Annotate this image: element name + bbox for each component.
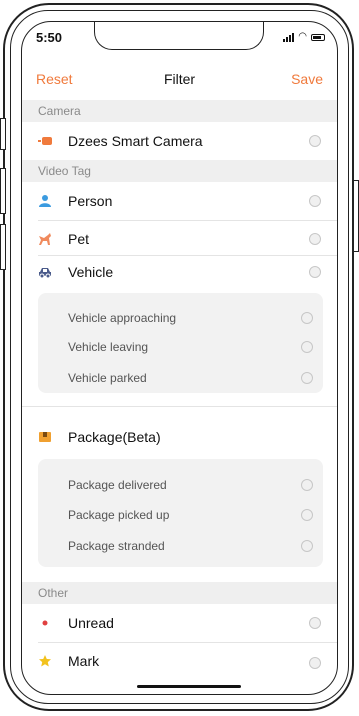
person-radio[interactable] [309,195,321,207]
mark-row[interactable]: Mark [22,644,337,678]
vehicle-subpanel: Vehicle approaching Vehicle leaving Vehi… [38,293,323,393]
camera-row[interactable]: Dzees Smart Camera [22,124,337,158]
camera-radio[interactable] [309,135,321,147]
person-icon [39,195,51,207]
status-icons: ◠ [283,32,325,42]
vehicle-icon [39,268,51,279]
pet-row[interactable]: Pet [22,222,337,256]
side-button-volume-up [0,168,6,214]
vehicle-parked-row[interactable]: Vehicle parked [38,364,323,392]
reset-button[interactable]: Reset [36,71,73,87]
section-header-camera: Camera [22,100,337,122]
package-stranded-radio[interactable] [301,540,313,552]
nav-bar: Reset Filter Save [22,64,337,94]
sub-option-label: Vehicle leaving [68,340,149,354]
package-icon [39,432,51,442]
pet-radio[interactable] [309,233,321,245]
vehicle-parked-radio[interactable] [301,372,313,384]
vehicle-row[interactable]: Vehicle [22,255,337,289]
package-stranded-row[interactable]: Package stranded [38,532,323,560]
package-label: Package(Beta) [68,429,161,445]
vehicle-leaving-radio[interactable] [301,341,313,353]
vehicle-approaching-radio[interactable] [301,312,313,324]
unread-label: Unread [68,615,114,631]
divider [22,406,337,407]
package-picked-up-radio[interactable] [301,509,313,521]
status-time: 5:50 [36,30,63,45]
battery-icon [311,33,325,41]
unread-row[interactable]: Unread [22,606,337,640]
person-label: Person [68,193,113,209]
package-picked-up-row[interactable]: Package picked up [38,501,323,529]
side-button-mute [0,118,6,150]
unread-dot-icon [42,620,48,626]
unread-radio[interactable] [309,617,321,629]
sub-option-label: Vehicle approaching [68,311,177,325]
vehicle-radio[interactable] [309,266,321,278]
camera-label: Dzees Smart Camera [68,133,203,149]
mark-radio[interactable] [309,657,321,669]
mark-label: Mark [68,653,100,669]
sub-option-label: Package stranded [68,539,165,553]
vehicle-label: Vehicle [68,264,114,280]
home-indicator[interactable] [137,685,241,688]
pet-label: Pet [68,231,90,247]
vehicle-approaching-row[interactable]: Vehicle approaching [38,304,323,332]
package-subpanel: Package delivered Package picked up Pack… [38,459,323,567]
wifi-icon: ◠ [298,31,307,42]
notch [94,22,264,50]
package-delivered-row[interactable]: Package delivered [38,471,323,499]
package-row[interactable]: Package(Beta) [22,420,337,454]
divider [38,642,337,643]
person-row[interactable]: Person [22,184,337,218]
signal-icon [283,32,295,42]
camera-icon [38,137,52,145]
vehicle-leaving-row[interactable]: Vehicle leaving [38,333,323,361]
section-header-other: Other [22,582,337,604]
divider [38,220,337,221]
screen: 5:50 ◠ Reset Filter Save Camera Dzees Sm… [21,21,338,695]
section-header-video-tag: Video Tag [22,160,337,182]
sub-option-label: Package picked up [68,508,170,522]
package-delivered-radio[interactable] [301,479,313,491]
pet-icon [39,233,51,245]
sub-option-label: Package delivered [68,478,167,492]
side-button-volume-down [0,224,6,270]
save-button[interactable]: Save [291,71,323,87]
side-button-power [353,180,359,252]
sub-option-label: Vehicle parked [68,371,147,385]
star-icon [39,655,51,667]
